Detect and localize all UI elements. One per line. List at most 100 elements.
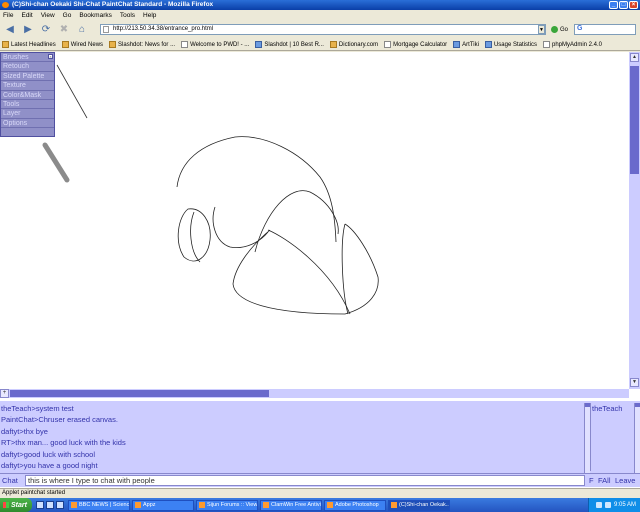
go-label: Go [560, 26, 569, 33]
chat-message: daftyt>you have a good night [1, 461, 98, 471]
bookmark-slashdot-news[interactable]: Slashdot: News for ... [109, 41, 175, 48]
close-button[interactable]: × [629, 1, 638, 9]
vertical-scroll-thumb[interactable] [630, 66, 639, 174]
user-list-item[interactable]: theTeach [592, 403, 634, 414]
menu-tools[interactable]: Tools [120, 12, 135, 19]
chat-message: daftyt>good luck with school [1, 449, 96, 459]
bookmark-arttiki[interactable]: ArtTiki [453, 41, 479, 48]
page-icon [181, 41, 189, 48]
start-button[interactable]: Start [0, 498, 32, 512]
bookmark-latest-headlines[interactable]: Latest Headlines [2, 41, 56, 48]
url-dropdown-icon[interactable]: ▼ [538, 25, 545, 34]
bookmark-mortgage[interactable]: Mortgage Calculator [384, 41, 447, 48]
menu-go[interactable]: Go [63, 12, 72, 19]
horizontal-scroll-thumb[interactable] [10, 390, 269, 397]
go-button[interactable]: Go [551, 26, 568, 33]
status-bar: Applet paintchat started [0, 488, 640, 498]
window-controls: _ □ × [609, 1, 638, 9]
tool-menu-options[interactable]: Options [1, 119, 54, 129]
back-arrow-icon[interactable]: ◀ [2, 23, 18, 37]
menu-help[interactable]: Help [143, 12, 156, 19]
firefox-icon [71, 502, 77, 508]
bookmark-pwd[interactable]: Welcome to PWD! - ... [181, 41, 249, 48]
stop-icon[interactable]: ✖ [56, 23, 72, 37]
arttiki-icon [453, 41, 461, 48]
tool-menu-brushes[interactable]: Brushes [1, 53, 54, 63]
taskbar-item-paintchat[interactable]: (C)Shi-chan Oekak... [388, 499, 450, 511]
chat-message: daftyt>thx bye [1, 426, 48, 436]
clock: 9:05 AM [613, 502, 636, 508]
canvas-horizontal-scrollbar[interactable]: + [0, 389, 629, 398]
home-icon[interactable]: ⌂ [74, 23, 90, 37]
stats-icon [484, 41, 492, 48]
tool-menu-tools[interactable]: Tools [1, 100, 54, 110]
menu-view[interactable]: View [41, 12, 55, 19]
chat-label: Chat [2, 476, 18, 485]
rss-folder-icon [61, 41, 69, 48]
tray-icon[interactable] [595, 502, 602, 508]
media-player-icon[interactable] [56, 501, 64, 509]
bookmark-phpmyadmin[interactable]: phpMyAdmin 2.4.0 [542, 41, 602, 48]
tool-menu-layer[interactable]: Layer [1, 109, 54, 119]
drawing-canvas[interactable]: × Brushes Retouch Sized Palette Texture … [0, 52, 629, 389]
clamwin-icon [263, 502, 269, 508]
page-icon [103, 26, 109, 33]
firefox-icon [2, 2, 9, 8]
ie-icon[interactable] [46, 501, 54, 509]
bookmark-wired-news[interactable]: Wired News [61, 41, 103, 48]
fall-button[interactable]: FAll [598, 475, 611, 486]
reload-icon[interactable]: ⟳ [38, 23, 54, 37]
minimize-button[interactable]: _ [609, 1, 618, 9]
f-button[interactable]: F [589, 475, 594, 486]
window-titlebar: (C)Shi-chan Oekaki Shi-Chat PaintChat St… [0, 0, 640, 10]
firefox-icon [391, 502, 397, 508]
window-title: (C)Shi-chan Oekaki Shi-Chat PaintChat St… [12, 1, 214, 8]
user-list-scrollbar[interactable] [634, 403, 640, 473]
bookmark-dictionary[interactable]: Dictionary.com [329, 41, 378, 48]
tool-menu-retouch[interactable]: Retouch [1, 62, 54, 72]
system-tray: 9:05 AM [588, 498, 640, 512]
chat-input[interactable]: this is where I type to chat with people [25, 475, 585, 486]
taskbar-item-sijun-forums[interactable]: Sijun Forums :: View... [196, 499, 258, 511]
go-icon [551, 26, 558, 33]
tool-menu-texture[interactable]: Texture [1, 81, 54, 91]
menu-file[interactable]: File [3, 12, 13, 19]
maximize-button[interactable]: □ [619, 1, 628, 9]
taskbar-item-photoshop[interactable]: Adobe Photoshop [324, 499, 386, 511]
bookmark-slashdot-best[interactable]: Slashdot | 10 Best R... [255, 41, 324, 48]
paintchat-applet: × Brushes Retouch Sized Palette Texture … [0, 52, 640, 488]
taskbar-item-clamwin[interactable]: ClamWin Free Antivi... [260, 499, 322, 511]
tool-menu-panel: × Brushes Retouch Sized Palette Texture … [0, 52, 55, 137]
chat-message: theTeach>system test [1, 404, 74, 413]
forward-arrow-icon[interactable]: ▶ [20, 23, 36, 37]
user-scroll-thumb[interactable] [635, 403, 640, 407]
canvas-vertical-scrollbar[interactable]: ▲ ▼ [629, 52, 640, 389]
tool-menu-sized-palette[interactable]: Sized Palette [1, 72, 54, 82]
dictionary-icon [329, 41, 337, 48]
scroll-down-icon[interactable]: ▼ [630, 378, 639, 387]
chat-panel: theTeach>system test PaintChat>Chruser e… [0, 401, 640, 473]
scroll-up-icon[interactable]: ▲ [630, 53, 639, 62]
tray-icon[interactable] [604, 502, 611, 508]
slashdot-icon [255, 41, 263, 48]
rss-folder-icon [2, 41, 9, 48]
bookmarks-toolbar: Latest Headlines Wired News Slashdot: Ne… [0, 39, 640, 51]
bookmark-usage-stats[interactable]: Usage Statistics [484, 41, 537, 48]
close-icon[interactable]: × [48, 54, 53, 59]
windows-logo-icon [3, 502, 9, 508]
taskbar-item-bbc-news[interactable]: BBC NEWS | Science... [68, 499, 130, 511]
tool-menu-color-mask[interactable]: Color&Mask [1, 91, 54, 100]
url-bar[interactable]: http://213.50.34.38/entrance_pro.html [100, 24, 546, 35]
menu-edit[interactable]: Edit [21, 12, 32, 19]
show-desktop-icon[interactable] [36, 501, 44, 509]
leave-button[interactable]: Leave [615, 475, 635, 486]
scroll-plus-icon[interactable]: + [0, 389, 9, 398]
chat-message: RT>thx man... good luck with the kids [1, 438, 126, 448]
taskbar-item-appz[interactable]: Appz [132, 499, 194, 511]
page-icon [384, 41, 392, 48]
folder-icon [135, 502, 141, 508]
windows-taskbar: Start BBC NEWS | Science... Appz Sijun F… [0, 498, 640, 512]
page-icon [542, 41, 550, 48]
menu-bookmarks[interactable]: Bookmarks [79, 12, 112, 19]
search-input[interactable]: G [574, 24, 636, 35]
